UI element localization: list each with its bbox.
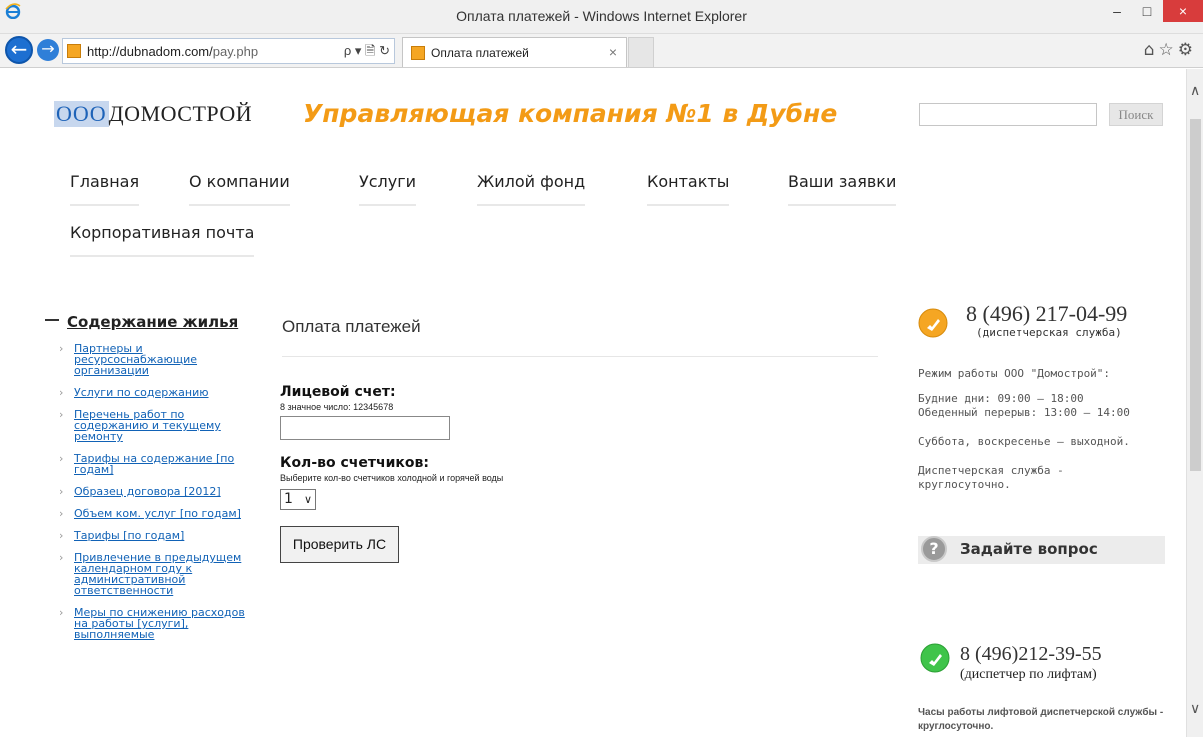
menu-item-mail[interactable]: Корпоративная почта [70,223,255,257]
sidebar-link[interactable]: Услуги по содержанию [74,387,247,398]
page-content: ООО ДОМОСТРОЙ Управляющая компания №1 в … [0,69,1186,737]
tab-label: Оплата платежей [431,46,529,60]
menu-item-contacts[interactable]: Контакты [647,172,730,206]
weekday-hours: Будние дни: 09:00 — 18:00 [918,392,1084,405]
list-item: Меры по снижению расходов на работы [усл… [59,607,247,640]
check-account-button[interactable]: Проверить ЛС [280,526,399,563]
scroll-thumb[interactable] [1190,119,1201,471]
ask-question-button[interactable]: ? Задайте вопрос [918,536,1165,564]
menu-item-about[interactable]: О компании [189,172,290,206]
account-number-input[interactable] [280,416,450,440]
address-bar[interactable]: http://dubnadom.com/pay.php ρ ▾ 🗎 ↻ [62,38,395,64]
home-favorites-settings-icons[interactable]: ⌂☆⚙ [1144,40,1197,60]
tab-close-icon[interactable]: × [609,44,617,60]
list-item: Объем ком. услуг [по годам] [59,508,247,519]
scroll-down-icon[interactable]: ∨ [1190,701,1200,717]
divider [282,356,878,357]
lift-phone: 8 (496)212-39-55 [960,643,1102,665]
page-icon [67,44,81,58]
menu-item-home[interactable]: Главная [70,172,140,206]
address-tools-icons[interactable]: ρ ▾ 🗎 ↻ [344,42,390,64]
page-title: Оплата платежей [282,317,421,336]
close-window-button[interactable]: × [1163,0,1203,22]
sidebar-link[interactable]: Объем ком. услуг [по годам] [74,508,247,519]
sidebar-link[interactable]: Перечень работ по содержанию и текущему … [74,409,247,442]
page-icon [411,46,425,60]
sidebar-list: Партнеры и ресурсоснабжающие организации… [59,343,247,651]
question-icon: ? [921,536,947,562]
arrow-right-icon: → [41,39,55,58]
phone-icon [920,643,950,673]
dispatch-hours: Диспетчерская служба - круглосуточно. [918,464,1064,491]
office-hours-title: Режим работы ООО "Домострой": [918,367,1111,380]
sidebar-link[interactable]: Тарифы [по годам] [74,530,247,541]
browser-toolbar: ← → http://dubnadom.com/pay.php ρ ▾ 🗎 ↻ … [0,34,1203,68]
list-item: Тарифы [по годам] [59,530,247,541]
dispatch-phone: 8 (496) 217-04-99 [966,301,1128,326]
search-input[interactable] [919,103,1097,126]
weekend-note: Суббота, воскресенье — выходной. [918,435,1130,448]
lunch-hours: Обеденный перерыв: 13:00 — 14:00 [918,406,1130,419]
forward-button[interactable]: → [37,39,59,61]
vertical-scrollbar[interactable]: ∧ ∨ [1186,69,1203,737]
back-button[interactable]: ← [5,36,33,64]
window-title: Оплата платежей - Windows Internet Explo… [456,8,747,24]
meters-count-value: 1 [284,491,293,507]
domostroy-logo[interactable]: ООО ДОМОСТРОЙ [54,101,252,127]
list-item: Привлечение в предыдущем календарном год… [59,552,247,596]
list-item: Услуги по содержанию [59,387,247,398]
phone-icon [918,308,948,338]
list-item: Перечень работ по содержанию и текущему … [59,409,247,442]
menu-item-housing[interactable]: Жилой фонд [477,172,586,206]
sidebar-link[interactable]: Меры по снижению расходов на работы [усл… [74,607,247,640]
meters-hint: Выберите кол-во счетчиков холодной и гор… [280,473,504,483]
meters-label: Кол-во счетчиков: [280,455,429,471]
list-item: Образец договора [2012] [59,486,247,497]
company-title: Управляющая компания №1 в Дубне [303,99,838,128]
window-titlebar: Оплата платежей - Windows Internet Explo… [0,0,1203,34]
tab-pay[interactable]: Оплата платежей × [402,37,627,67]
sidebar-title[interactable]: Содержание жилья [67,313,238,331]
minimize-button[interactable]: – [1100,0,1134,22]
menu-item-services[interactable]: Услуги [359,172,417,206]
address-url: http://dubnadom.com/pay.php [87,44,259,59]
scroll-up-icon[interactable]: ∧ [1190,83,1200,99]
arrow-left-icon: ← [10,37,28,61]
account-label: Лицевой счет: [280,384,396,400]
search-button[interactable]: Поиск [1109,103,1163,126]
account-hint: 8 значное число: 12345678 [280,402,394,412]
lift-hours: Часы работы лифтовой диспетчерской служб… [918,707,1164,732]
sidebar-link[interactable]: Партнеры и ресурсоснабжающие организации [74,343,247,376]
sidebar-link[interactable]: Образец договора [2012] [74,486,247,497]
collapse-dash-icon[interactable] [45,319,59,321]
maximize-button[interactable]: □ [1130,0,1164,22]
sidebar-link[interactable]: Тарифы на содержание [по годам] [74,453,247,475]
dispatch-phone-sub: (диспетчерская служба) [976,326,1122,339]
list-item: Тарифы на содержание [по годам] [59,453,247,475]
menu-item-requests[interactable]: Ваши заявки [788,172,897,206]
ask-question-label: Задайте вопрос [960,540,1098,558]
chevron-down-icon: ∨ [303,493,312,506]
sidebar-link[interactable]: Привлечение в предыдущем календарном год… [74,552,247,596]
meters-count-select[interactable]: 1 ∨ [280,489,316,510]
list-item: Партнеры и ресурсоснабжающие организации [59,343,247,376]
new-tab-button[interactable] [628,37,654,67]
lift-phone-sub: (диспетчер по лифтам) [960,667,1097,682]
